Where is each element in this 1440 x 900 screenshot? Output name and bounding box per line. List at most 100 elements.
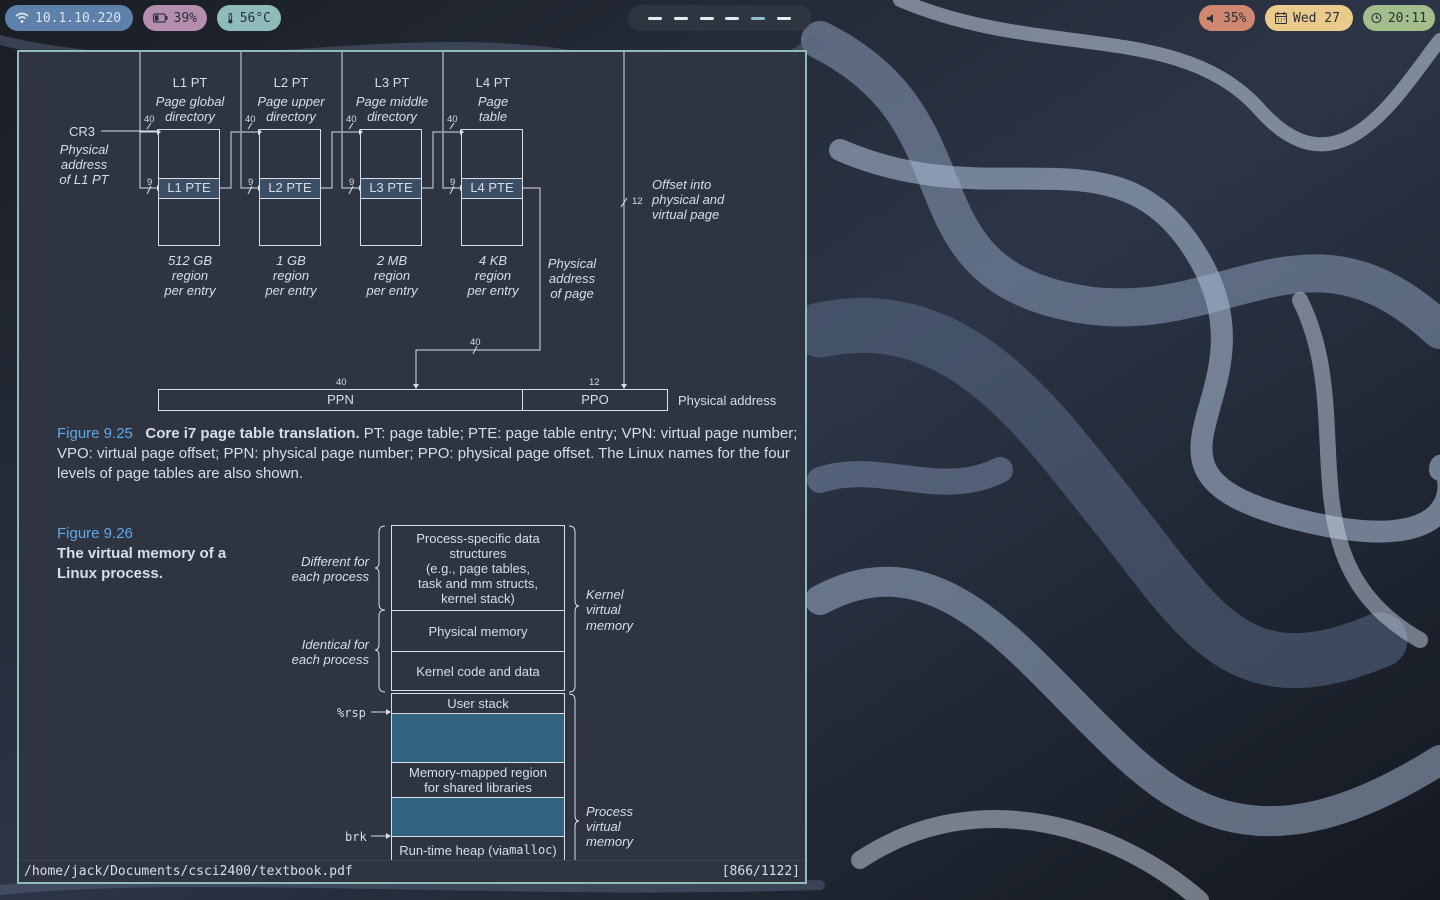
heap-growth-gap — [391, 797, 565, 837]
clock-indicator[interactable]: 20:11 — [1363, 5, 1435, 31]
bits-9-l3: 9 — [349, 177, 355, 188]
phys-page-desc-1: Physical — [547, 256, 597, 271]
wifi-icon — [15, 12, 29, 23]
identical-for-2: each process — [291, 652, 369, 667]
brk-label: brk — [345, 830, 367, 844]
l3-region-2: region — [373, 268, 411, 283]
different-for-1: Different for — [301, 554, 369, 569]
l1-desc-2: directory — [165, 109, 215, 124]
memory-mapped-region-block: Memory-mapped region for shared librarie… — [391, 762, 565, 798]
heap-paren: ) — [552, 843, 557, 858]
kernel-vm-1: Kernel — [586, 587, 624, 602]
workspace-5-active[interactable] — [751, 16, 766, 20]
l2-pt-title: L2 PT — [273, 75, 309, 90]
process-vm-3: memory — [586, 834, 633, 849]
bits-40-l3: 40 — [346, 114, 357, 125]
l3-desc-1: Page middle — [355, 94, 429, 109]
user-stack-block: User stack — [391, 693, 565, 714]
network-indicator[interactable]: 10.1.10.220 — [5, 5, 133, 31]
battery-indicator[interactable]: 39% — [143, 5, 207, 31]
heap-malloc: malloc — [509, 843, 553, 857]
bits-40-ppn-link: 40 — [470, 337, 481, 348]
bits-12-ppo: 12 — [589, 377, 600, 388]
kernel-code-block: Kernel code and data — [391, 651, 565, 691]
identical-for-1: Identical for — [301, 637, 369, 652]
workspace-3[interactable] — [699, 16, 714, 20]
cr3-label: CR3 — [69, 124, 96, 139]
figure-925-caption-line-1: Figure 9.25 Core i7 page table translati… — [57, 424, 797, 444]
clock-icon — [1371, 12, 1382, 24]
figure-925-caption-text-1: PT: page table; PTE: page table entry; V… — [359, 425, 798, 442]
mmap-line-1: Memory-mapped region — [408, 765, 547, 780]
l2-desc-1: Page upper — [257, 94, 325, 109]
l2-region-3: per entry — [265, 283, 317, 298]
date-text: Wed 27 — [1293, 10, 1340, 26]
stack-growth-gap — [391, 713, 565, 763]
l2-pte: L2 PTE — [259, 178, 321, 199]
date-indicator[interactable]: Wed 27 — [1265, 5, 1353, 31]
l4-region-2: region — [474, 268, 512, 283]
calendar-icon — [1275, 12, 1287, 24]
file-path: /home/jack/Documents/csci2400/textbook.p… — [24, 864, 353, 879]
workspace-switcher[interactable] — [628, 5, 811, 31]
process-vm-2: virtual — [586, 819, 621, 834]
ppo-field: PPO — [522, 389, 668, 411]
bits-12-offset: 12 — [632, 196, 643, 207]
l1-desc-1: Page global — [155, 94, 225, 109]
figure-925-number: Figure 9.25 — [57, 425, 133, 442]
figure-925-caption-line-2: VPO: virtual page offset; PPN: physical … — [57, 445, 790, 462]
volume-indicator[interactable]: 35% — [1199, 5, 1255, 31]
viewer-statusbar: /home/jack/Documents/csci2400/textbook.p… — [19, 860, 805, 882]
proc-specific-line-5: kernel stack) — [441, 590, 515, 606]
cr3-desc-3: of L1 PT — [59, 172, 109, 187]
thermometer-icon — [228, 12, 233, 24]
l3-region-3: per entry — [366, 283, 418, 298]
bits-40-l4: 40 — [447, 114, 458, 125]
process-vm-1: Process — [586, 804, 633, 819]
l4-region-1: 4 KB — [478, 253, 508, 268]
l1-region-3: per entry — [164, 283, 216, 298]
process-specific-data-block: Process-specific data structures (e.g., … — [391, 525, 565, 611]
l4-pte: L4 PTE — [461, 178, 523, 199]
rsp-label: %rsp — [337, 706, 366, 720]
physical-memory-block: Physical memory — [391, 610, 565, 652]
different-for-2: each process — [291, 569, 369, 584]
pdf-page[interactable]: L1 PT L2 PT L3 PT L4 PT Page global dire… — [19, 52, 805, 860]
cpu-temperature: 56°C — [239, 10, 271, 26]
proc-specific-line-2: structures — [449, 545, 507, 561]
clock-time: 20:11 — [1387, 10, 1427, 26]
phys-page-desc-3: of page — [550, 286, 594, 301]
figure-925-caption-line-3: levels of page tables are also shown. — [57, 465, 303, 482]
cr3-desc-1: Physical — [59, 142, 109, 157]
workspace-4[interactable] — [725, 16, 740, 20]
workspace-6[interactable] — [777, 16, 792, 20]
proc-specific-line-4: task and mm structs, — [418, 575, 538, 591]
pdf-viewer-window[interactable]: L1 PT L2 PT L3 PT L4 PT Page global dire… — [17, 50, 807, 884]
bits-9-l4: 9 — [450, 177, 456, 188]
mmap-line-2: for shared libraries — [424, 780, 532, 795]
bits-9-l2: 9 — [248, 177, 254, 188]
page-indicator: [866/1122] — [721, 864, 800, 879]
l1-region-2: region — [171, 268, 209, 283]
temperature-indicator[interactable]: 56°C — [217, 5, 281, 31]
l3-pte: L3 PTE — [360, 178, 422, 199]
bits-40-l1: 40 — [144, 114, 155, 125]
battery-icon — [153, 13, 168, 23]
ip-address: 10.1.10.220 — [35, 10, 122, 26]
l2-desc-2: directory — [266, 109, 316, 124]
kernel-vm-2: virtual — [586, 602, 621, 617]
workspace-2[interactable] — [673, 16, 688, 20]
bits-40-ppn: 40 — [336, 377, 347, 388]
workspace-1[interactable] — [647, 16, 662, 20]
heap-label: Run-time heap (via — [399, 843, 510, 858]
cr3-desc-2: address — [60, 157, 108, 172]
offset-desc-3: virtual page — [652, 207, 720, 222]
l4-pt-title: L4 PT — [475, 75, 511, 90]
l1-region-1: 512 GB — [167, 253, 213, 268]
bits-40-l2: 40 — [245, 114, 256, 125]
l2-region-1: 1 GB — [276, 253, 306, 268]
kernel-vm-3: memory — [586, 618, 633, 633]
l4-desc-1: Page — [477, 94, 509, 109]
l4-region-3: per entry — [467, 283, 519, 298]
phys-page-desc-2: address — [548, 271, 596, 286]
